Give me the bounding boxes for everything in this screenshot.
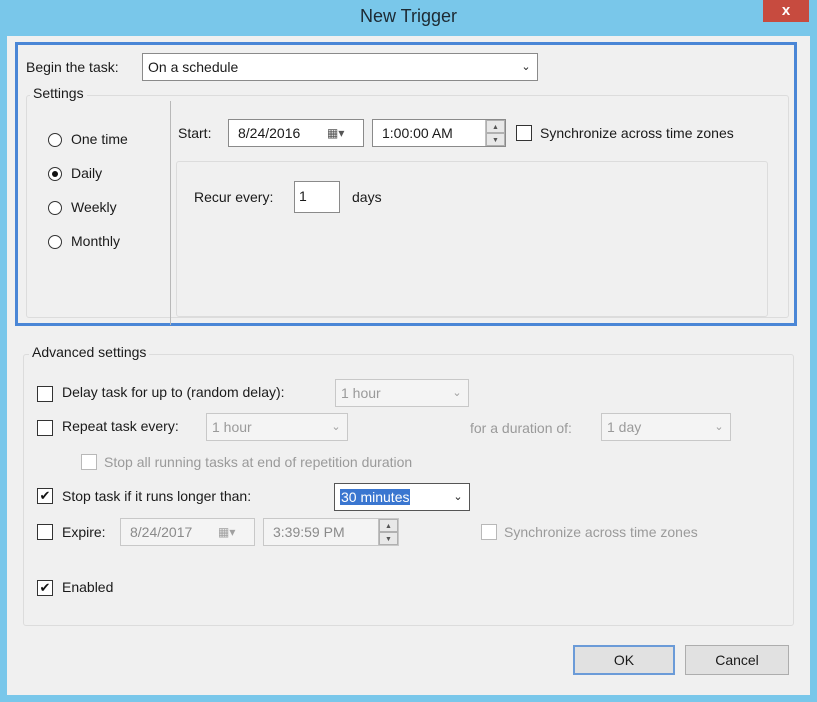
chevron-down-icon: ⌄ [453,491,463,503]
stop-task-checkbox[interactable]: ✔ [37,488,53,504]
expire-time-field[interactable]: 3:39:59 PM ▲ ▼ [263,518,399,546]
calendar-icon[interactable]: ▦▾ [218,519,235,545]
expire-date-value: 8/24/2017 [130,524,193,540]
recur-every-input[interactable]: 1 [294,181,340,213]
repeat-task-value: 1 hour [212,419,252,435]
stop-all-tasks-label: Stop all running tasks at end of repetit… [104,454,413,470]
repeat-task-label: Repeat task every: [62,418,179,434]
chevron-down-icon: ⌄ [452,387,462,399]
stop-task-duration-value: 30 minutes [340,489,411,505]
expire-time-spinner[interactable]: ▲ ▼ [378,519,398,545]
recur-every-label: Recur every: [194,189,274,205]
radio-one-time[interactable] [48,133,62,147]
advanced-settings-label: Advanced settings [29,344,150,360]
stop-task-label: Stop task if it runs longer than: [62,488,252,504]
begin-task-combo[interactable]: On a schedule ⌄ [142,53,538,81]
delay-task-value: 1 hour [341,385,381,401]
radio-weekly-label: Weekly [71,199,117,215]
start-date-picker[interactable]: 8/24/2016 ▦▾ [228,119,364,147]
duration-label: for a duration of: [470,420,572,436]
title-bar[interactable]: New Trigger x [0,0,817,36]
stop-task-duration-combo[interactable]: 30 minutes ⌄ [334,483,470,511]
stop-all-tasks-checkbox[interactable] [81,454,97,470]
begin-task-label: Begin the task: [26,59,119,75]
spin-down-icon[interactable]: ▼ [379,532,398,545]
calendar-icon[interactable]: ▦▾ [327,120,344,146]
sync-time-zones-checkbox[interactable] [516,125,532,141]
settings-group-label: Settings [30,85,87,101]
start-time-field[interactable]: 1:00:00 AM ▲ ▼ [372,119,506,147]
radio-one-time-label: One time [71,131,128,147]
duration-combo[interactable]: 1 day ⌄ [601,413,731,441]
start-label: Start: [178,125,212,141]
radio-monthly[interactable] [48,235,62,249]
expire-sync-label: Synchronize across time zones [504,524,698,540]
spin-up-icon[interactable]: ▲ [486,120,505,133]
delay-task-label: Delay task for up to (random delay): [62,384,285,400]
start-date-value: 8/24/2016 [238,125,301,141]
spin-down-icon[interactable]: ▼ [486,133,505,146]
schedule-section: Begin the task: On a schedule ⌄ Settings… [15,42,797,326]
expire-date-picker[interactable]: 8/24/2017 ▦▾ [120,518,255,546]
start-time-value: 1:00:00 AM [382,125,453,141]
recur-panel [176,161,768,317]
radio-daily-label: Daily [71,165,103,181]
new-trigger-window: New Trigger x Begin the task: On a sched… [0,0,817,702]
sync-time-zones-label: Synchronize across time zones [540,125,734,141]
dialog-body: Begin the task: On a schedule ⌄ Settings… [7,36,810,695]
radio-monthly-label: Monthly [71,233,121,249]
cancel-button[interactable]: Cancel [685,645,789,675]
chevron-down-icon: ⌄ [714,421,724,433]
expire-label: Expire: [62,524,106,540]
duration-value: 1 day [607,419,642,435]
ok-button[interactable]: OK [573,645,675,675]
enabled-label: Enabled [62,579,114,595]
expire-time-value: 3:39:59 PM [273,524,345,540]
begin-task-value: On a schedule [148,59,239,75]
expire-sync-checkbox[interactable] [481,524,497,540]
repeat-task-combo[interactable]: 1 hour ⌄ [206,413,348,441]
repeat-task-checkbox[interactable] [37,420,53,436]
spin-up-icon[interactable]: ▲ [379,519,398,532]
close-button[interactable]: x [763,0,809,22]
delay-task-combo[interactable]: 1 hour ⌄ [335,379,469,407]
start-time-spinner[interactable]: ▲ ▼ [485,120,505,146]
expire-checkbox[interactable] [37,524,53,540]
radio-daily[interactable] [48,167,62,181]
radio-weekly[interactable] [48,201,62,215]
settings-divider [170,101,171,325]
recur-unit-label: days [352,189,382,205]
delay-task-checkbox[interactable] [37,386,53,402]
window-title: New Trigger [359,6,458,26]
chevron-down-icon: ⌄ [521,61,531,73]
chevron-down-icon: ⌄ [331,421,341,433]
enabled-checkbox[interactable]: ✔ [37,580,53,596]
